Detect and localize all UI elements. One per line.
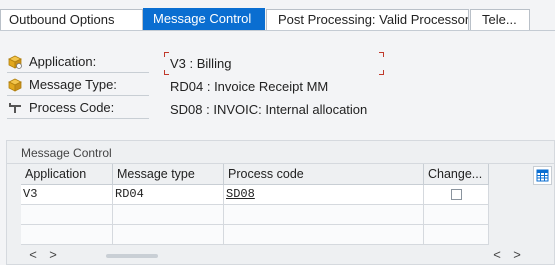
cell-application[interactable]: V3: [21, 185, 113, 205]
message-type-label-text: Message Type:: [29, 77, 117, 92]
empty-cell[interactable]: [113, 225, 224, 245]
tab-telecommunication[interactable]: Tele...: [470, 9, 530, 30]
tab-label: Outbound Options: [9, 12, 115, 27]
focus-marker: [164, 70, 169, 75]
application-value[interactable]: V3 : Billing: [170, 55, 231, 73]
empty-cell[interactable]: [21, 205, 113, 225]
scroll-left-button[interactable]: <: [25, 247, 41, 264]
cell-process-code[interactable]: SD08: [224, 185, 424, 205]
empty-cell[interactable]: [224, 205, 424, 225]
column-header-process-code[interactable]: Process code: [224, 164, 424, 185]
column-header-change[interactable]: Change...: [424, 164, 489, 185]
empty-cell[interactable]: [424, 225, 489, 245]
tab-message-control[interactable]: Message Control: [143, 8, 265, 31]
tab-post-processing[interactable]: Post Processing: Valid Processors: [266, 9, 469, 30]
scrollbar-thumb[interactable]: [106, 254, 158, 258]
process-code-label: Process Code:: [7, 99, 149, 119]
table-settings-button[interactable]: [533, 166, 552, 185]
process-code-icon: [8, 101, 22, 115]
tab-label: Post Processing: Valid Processors: [278, 12, 469, 27]
scroll-left-end-button[interactable]: <: [489, 247, 505, 264]
empty-cell[interactable]: [21, 225, 113, 245]
scroll-right-button[interactable]: >: [45, 247, 61, 264]
tab-outbound-options[interactable]: Outbound Options: [0, 9, 143, 30]
tab-label: Tele...: [482, 12, 517, 27]
tab-underline: [0, 30, 555, 31]
empty-cell[interactable]: [113, 205, 224, 225]
horizontal-scrollbar[interactable]: < > < >: [21, 247, 533, 264]
vertical-scrollbar[interactable]: [533, 185, 549, 265]
application-label: Application:: [7, 53, 149, 73]
empty-cell[interactable]: [424, 205, 489, 225]
cell-message-type[interactable]: RD04: [113, 185, 224, 205]
scroll-right-end-button[interactable]: >: [509, 247, 525, 264]
tab-strip: Outbound Options Message Control Post Pr…: [0, 0, 555, 31]
tab-label: Message Control: [153, 11, 252, 26]
focus-marker: [379, 70, 384, 75]
application-label-text: Application:: [29, 54, 97, 69]
process-code-label-text: Process Code:: [29, 100, 115, 115]
change-checkbox[interactable]: [451, 189, 462, 200]
cell-change: [424, 185, 489, 205]
message-type-value[interactable]: RD04 : Invoice Receipt MM: [170, 78, 328, 96]
focus-marker: [379, 52, 384, 57]
process-code-value[interactable]: SD08 : INVOIC: Internal allocation: [170, 101, 367, 119]
application-cube-icon: [8, 55, 22, 69]
process-code-link[interactable]: SD08: [226, 187, 255, 201]
message-type-label: Message Type:: [7, 76, 149, 96]
empty-cell[interactable]: [224, 225, 424, 245]
message-control-panel: Message Control Application Message type…: [6, 140, 555, 265]
panel-title: Message Control: [21, 146, 112, 160]
column-header-application[interactable]: Application: [21, 164, 113, 185]
focus-marker: [164, 52, 169, 57]
column-header-message-type[interactable]: Message type: [113, 164, 224, 185]
message-type-cube-icon: [8, 78, 22, 92]
